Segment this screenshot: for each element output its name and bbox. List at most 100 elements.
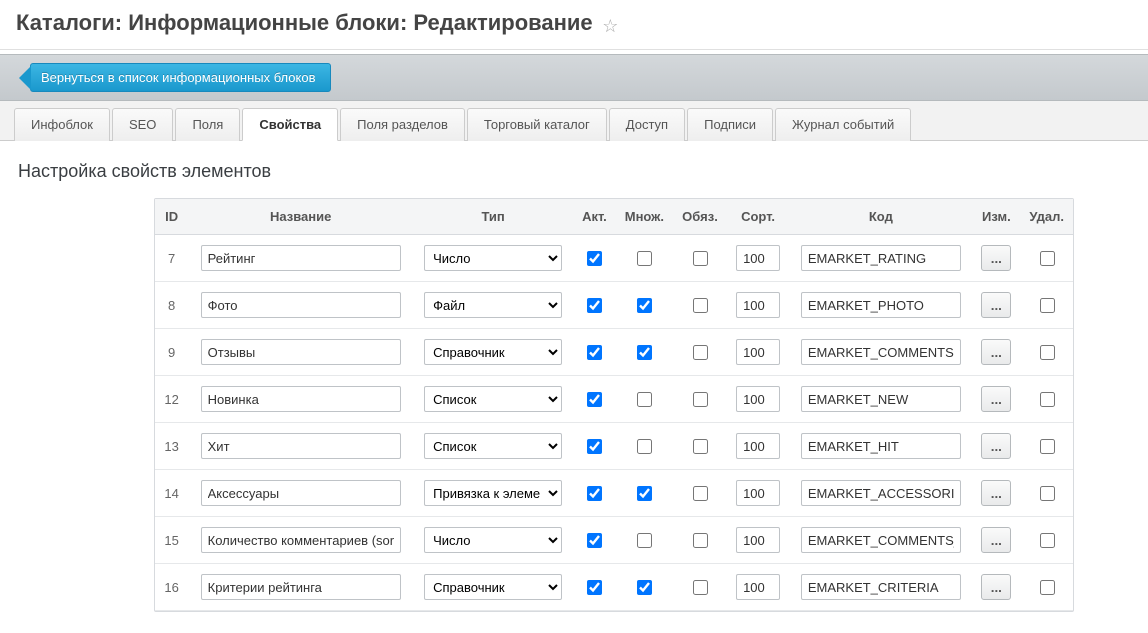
code-input[interactable]: [801, 245, 961, 271]
name-input[interactable]: [201, 527, 401, 553]
sort-input[interactable]: [736, 480, 780, 506]
tab-4[interactable]: Поля разделов: [340, 108, 465, 141]
active-checkbox[interactable]: [587, 345, 602, 360]
delete-checkbox[interactable]: [1040, 439, 1055, 454]
sort-input[interactable]: [736, 574, 780, 600]
edit-more-button[interactable]: ...: [981, 433, 1011, 459]
type-select[interactable]: СтрокаЧислоФайлСправочникСписокПривязка …: [424, 339, 562, 365]
multiple-checkbox[interactable]: [637, 392, 652, 407]
name-input[interactable]: [201, 574, 401, 600]
tab-3[interactable]: Свойства: [242, 108, 338, 141]
sort-input[interactable]: [736, 292, 780, 318]
code-input[interactable]: [801, 527, 961, 553]
required-checkbox[interactable]: [693, 486, 708, 501]
active-checkbox[interactable]: [587, 251, 602, 266]
sort-input[interactable]: [736, 386, 780, 412]
multiple-checkbox[interactable]: [637, 486, 652, 501]
multiple-checkbox[interactable]: [637, 298, 652, 313]
delete-checkbox[interactable]: [1040, 533, 1055, 548]
required-checkbox[interactable]: [693, 439, 708, 454]
active-checkbox[interactable]: [587, 533, 602, 548]
type-select[interactable]: СтрокаЧислоФайлСправочникСписокПривязка …: [424, 574, 562, 600]
tab-7[interactable]: Подписи: [687, 108, 773, 141]
required-checkbox[interactable]: [693, 533, 708, 548]
required-checkbox[interactable]: [693, 298, 708, 313]
multiple-checkbox[interactable]: [637, 580, 652, 595]
favorite-star-icon[interactable]: ☆: [602, 16, 618, 37]
row-id: 14: [155, 470, 188, 517]
type-select[interactable]: СтрокаЧислоФайлСправочникСписокПривязка …: [424, 433, 562, 459]
sort-input[interactable]: [736, 433, 780, 459]
sort-input[interactable]: [736, 527, 780, 553]
name-input[interactable]: [201, 339, 401, 365]
tab-0[interactable]: Инфоблок: [14, 108, 110, 141]
type-select[interactable]: СтрокаЧислоФайлСправочникСписокПривязка …: [424, 480, 562, 506]
active-checkbox[interactable]: [587, 298, 602, 313]
code-input[interactable]: [801, 433, 961, 459]
edit-more-button[interactable]: ...: [981, 245, 1011, 271]
required-checkbox[interactable]: [693, 345, 708, 360]
edit-more-button[interactable]: ...: [981, 339, 1011, 365]
table-row: 7 СтрокаЧислоФайлСправочникСписокПривязка…: [155, 235, 1073, 282]
edit-more-button[interactable]: ...: [981, 480, 1011, 506]
type-select[interactable]: СтрокаЧислоФайлСправочникСписокПривязка …: [424, 245, 562, 271]
code-input[interactable]: [801, 480, 961, 506]
toolbar: Вернуться в список информационных блоков: [0, 54, 1148, 101]
tab-1[interactable]: SEO: [112, 108, 173, 141]
edit-more-button[interactable]: ...: [981, 574, 1011, 600]
col-header-code: Код: [789, 199, 972, 235]
delete-checkbox[interactable]: [1040, 580, 1055, 595]
row-id: 15: [155, 517, 188, 564]
delete-checkbox[interactable]: [1040, 392, 1055, 407]
row-id: 9: [155, 329, 188, 376]
col-header-type: Тип: [413, 199, 573, 235]
delete-checkbox[interactable]: [1040, 298, 1055, 313]
row-id: 7: [155, 235, 188, 282]
code-input[interactable]: [801, 292, 961, 318]
page-header: Каталоги: Информационные блоки: Редактир…: [0, 0, 1148, 50]
col-header-required: Обяз.: [673, 199, 727, 235]
multiple-checkbox[interactable]: [637, 439, 652, 454]
multiple-checkbox[interactable]: [637, 533, 652, 548]
name-input[interactable]: [201, 433, 401, 459]
code-input[interactable]: [801, 339, 961, 365]
tab-5[interactable]: Торговый каталог: [467, 108, 607, 141]
properties-table: ID Название Тип Акт. Множ. Обяз. Сорт. К…: [155, 199, 1073, 611]
table-row: 8СтрокаЧислоФайлСправочникСписокПривязка…: [155, 282, 1073, 329]
tab-2[interactable]: Поля: [175, 108, 240, 141]
active-checkbox[interactable]: [587, 580, 602, 595]
tab-8[interactable]: Журнал событий: [775, 108, 911, 141]
edit-more-button[interactable]: ...: [981, 292, 1011, 318]
type-select[interactable]: СтрокаЧислоФайлСправочникСписокПривязка …: [424, 386, 562, 412]
name-input[interactable]: [201, 245, 401, 271]
delete-checkbox[interactable]: [1040, 486, 1055, 501]
sort-input[interactable]: [736, 245, 780, 271]
multiple-checkbox[interactable]: [637, 251, 652, 266]
row-id: 13: [155, 423, 188, 470]
col-header-sort: Сорт.: [727, 199, 789, 235]
name-input[interactable]: [201, 480, 401, 506]
required-checkbox[interactable]: [693, 392, 708, 407]
edit-more-button[interactable]: ...: [981, 527, 1011, 553]
active-checkbox[interactable]: [587, 486, 602, 501]
required-checkbox[interactable]: [693, 251, 708, 266]
delete-checkbox[interactable]: [1040, 345, 1055, 360]
row-id: 12: [155, 376, 188, 423]
active-checkbox[interactable]: [587, 439, 602, 454]
active-checkbox[interactable]: [587, 392, 602, 407]
delete-checkbox[interactable]: [1040, 251, 1055, 266]
type-select[interactable]: СтрокаЧислоФайлСправочникСписокПривязка …: [424, 292, 562, 318]
name-input[interactable]: [201, 292, 401, 318]
type-select[interactable]: СтрокаЧислоФайлСправочникСписокПривязка …: [424, 527, 562, 553]
code-input[interactable]: [801, 574, 961, 600]
required-checkbox[interactable]: [693, 580, 708, 595]
table-row: 16СтрокаЧислоФайлСправочникСписокПривязк…: [155, 564, 1073, 611]
sort-input[interactable]: [736, 339, 780, 365]
multiple-checkbox[interactable]: [637, 345, 652, 360]
back-button[interactable]: Вернуться в список информационных блоков: [30, 63, 331, 92]
tab-6[interactable]: Доступ: [609, 108, 685, 141]
table-row: 12 СтрокаЧислоФайлСправочникСписокПривязк…: [155, 376, 1073, 423]
code-input[interactable]: [801, 386, 961, 412]
name-input[interactable]: [201, 386, 401, 412]
edit-more-button[interactable]: ...: [981, 386, 1011, 412]
